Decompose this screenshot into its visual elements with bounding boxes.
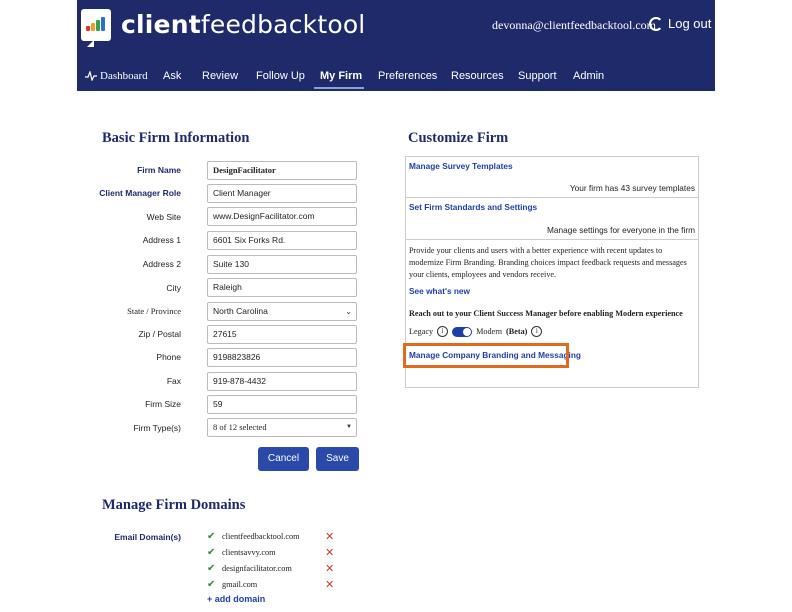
nav-ask[interactable]: Ask	[163, 70, 181, 82]
firm-name-label: Firm Name	[137, 165, 181, 175]
top-header: clientfeedbacktool devonna@clientfeedbac…	[77, 0, 715, 91]
experience-toggle[interactable]	[452, 326, 473, 337]
domain-name: clientfeedbacktool.com	[222, 532, 300, 541]
nav-follow-up[interactable]: Follow Up	[256, 70, 305, 82]
chevron-down-icon: ⌄	[345, 307, 352, 316]
phone-label: Phone	[156, 352, 181, 362]
main-nav: Dashboard Ask Review Follow Up My Firm P…	[77, 70, 715, 89]
phone-field[interactable]: 9198823826	[207, 348, 357, 367]
website-field[interactable]: www.DesignFacilitator.com	[207, 207, 357, 226]
panel-divider	[406, 239, 698, 240]
info-icon[interactable]: i	[531, 326, 543, 337]
info-icon[interactable]: i	[437, 326, 449, 337]
check-icon: ✔	[207, 579, 216, 590]
fax-label: Fax	[166, 376, 181, 386]
legacy-label: Legacy	[409, 327, 434, 336]
check-icon: ✔	[207, 563, 216, 574]
standards-note-text: Manage settings for everyone in the firm	[546, 225, 695, 235]
firm-size-label: Firm Size	[145, 399, 181, 409]
remove-icon[interactable]: ✕	[325, 564, 334, 575]
remove-icon[interactable]: ✕	[325, 532, 334, 543]
domain-item: ✔ designfacilitator.com	[207, 563, 292, 574]
address2-label: Address 2	[142, 259, 181, 269]
logout-button[interactable]: Log out	[649, 16, 711, 31]
logo-text: clientfeedbacktool	[121, 10, 366, 39]
nav-resources[interactable]: Resources	[451, 70, 504, 82]
domain-item: ✔ clientfeedbacktool.com	[207, 531, 300, 542]
firm-type-label: Firm Type(s)	[133, 423, 181, 433]
email-domains-label: Email Domain(s)	[114, 532, 181, 542]
domain-item: ✔ clientsavvy.com	[207, 547, 276, 558]
caret-down-icon: ▼	[346, 424, 352, 430]
address2-field[interactable]: Suite 130	[207, 255, 357, 274]
logout-label: Log out	[668, 16, 712, 31]
nav-review[interactable]: Review	[202, 70, 238, 82]
state-select-value: North Carolina	[213, 306, 268, 316]
firm-type-value: 8 of 12 selected	[213, 422, 267, 432]
survey-count-text: Your firm has 43 survey templates	[569, 183, 695, 193]
address1-field[interactable]: 6601 Six Forks Rd.	[207, 231, 357, 250]
remove-icon[interactable]: ✕	[325, 580, 334, 591]
nav-preferences[interactable]: Preferences	[378, 70, 437, 82]
beta-label: (Beta)	[506, 327, 528, 336]
firm-type-select[interactable]: 8 of 12 selected ▼	[207, 418, 357, 437]
domain-name: gmail.com	[222, 580, 258, 589]
domain-name: designfacilitator.com	[222, 564, 292, 573]
nav-my-firm[interactable]: My Firm	[320, 70, 362, 82]
firm-standards-link[interactable]: Set Firm Standards and Settings	[409, 202, 537, 212]
experience-toggle-row: Legacy i Modern (Beta) i	[409, 326, 543, 337]
client-manager-role-label: Client Manager Role	[99, 188, 181, 198]
reach-out-note: Reach out to your Client Success Manager…	[409, 309, 683, 318]
active-nav-underline	[314, 87, 364, 89]
user-email: devonna@clientfeedbacktool.com	[492, 18, 656, 32]
domain-item: ✔ gmail.com	[207, 579, 257, 590]
cancel-button[interactable]: Cancel	[258, 447, 309, 471]
modern-label: Modern	[476, 327, 503, 336]
basic-info-title: Basic Firm Information	[102, 130, 250, 146]
firm-name-field[interactable]: DesignFacilitator	[207, 161, 357, 180]
logo-chart-icon	[81, 9, 111, 41]
save-button[interactable]: Save	[316, 447, 359, 471]
check-icon: ✔	[207, 547, 216, 558]
manage-domains-title: Manage Firm Domains	[102, 497, 246, 513]
nav-support[interactable]: Support	[518, 70, 557, 82]
zip-field[interactable]: 27615	[207, 325, 357, 344]
domain-name: clientsavvy.com	[222, 548, 276, 557]
zip-label: Zip / Postal	[138, 329, 181, 339]
branding-description: Provide your clients and users with a be…	[409, 246, 687, 279]
nav-admin[interactable]: Admin	[573, 70, 604, 82]
website-label: Web Site	[146, 212, 181, 222]
whats-new-link[interactable]: See what's new	[409, 286, 470, 296]
city-field[interactable]: Raleigh	[207, 278, 357, 297]
check-icon: ✔	[207, 531, 216, 542]
client-manager-role-field[interactable]: Client Manager	[207, 184, 357, 203]
pulse-icon	[85, 71, 97, 82]
nav-dashboard[interactable]: Dashboard	[85, 70, 148, 82]
remove-icon[interactable]: ✕	[325, 548, 334, 559]
manage-survey-templates-link[interactable]: Manage Survey Templates	[409, 161, 513, 171]
state-select[interactable]: North Carolina ⌄	[207, 302, 357, 321]
panel-divider	[406, 197, 698, 198]
add-domain-link[interactable]: + add domain	[207, 594, 265, 604]
state-label: State / Province	[127, 306, 181, 316]
branding-link-highlight	[403, 343, 569, 368]
firm-size-field[interactable]: 59	[207, 395, 357, 414]
power-icon	[649, 16, 663, 31]
fax-field[interactable]: 919-878-4432	[207, 372, 357, 391]
city-label: City	[166, 283, 181, 293]
customize-firm-title: Customize Firm	[408, 130, 509, 146]
address1-label: Address 1	[142, 235, 181, 245]
